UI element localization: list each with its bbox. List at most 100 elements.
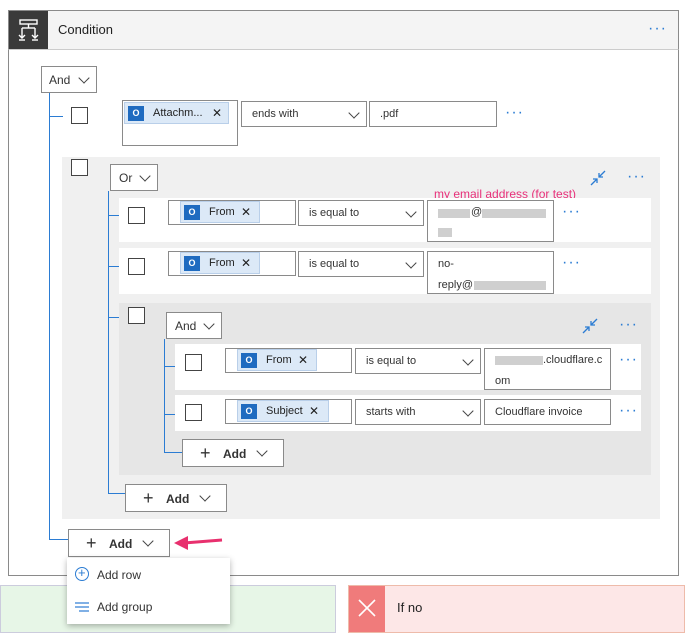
dynamic-token[interactable]: O From ✕ [180, 252, 260, 274]
menu-item-add-group[interactable]: Add group [97, 600, 152, 614]
group-more-icon[interactable]: ··· [619, 317, 638, 333]
row-more-icon[interactable]: ··· [562, 204, 581, 220]
plus-icon: + [143, 488, 154, 508]
list-icon [75, 601, 89, 612]
operator-label: is equal to [309, 258, 360, 270]
dynamic-token[interactable]: O Attachm... ✕ [124, 102, 229, 124]
or-operator-select[interactable]: Or [110, 164, 158, 191]
chevron-down-icon [462, 354, 474, 366]
outlook-icon: O [184, 256, 200, 271]
operator-select[interactable]: is equal to [298, 251, 424, 277]
close-icon[interactable]: ✕ [309, 404, 319, 418]
operator-select[interactable]: is equal to [355, 348, 481, 374]
add-label: Add [223, 447, 247, 461]
value-input[interactable]: .cloudflare.c om [484, 348, 611, 390]
or-operator-label: Or [119, 171, 133, 185]
add-menu: + Add row Add group [67, 558, 230, 624]
dynamic-token[interactable]: O Subject ✕ [237, 400, 329, 422]
close-icon[interactable]: ✕ [212, 106, 222, 120]
value-text: @ [471, 206, 483, 218]
chevron-down-icon [78, 72, 90, 84]
group-checkbox[interactable] [128, 307, 145, 324]
collapse-icon[interactable] [582, 318, 598, 334]
redacted-text [438, 209, 470, 218]
and-tree-line [164, 339, 165, 452]
menu-item-add-row[interactable]: Add row [97, 568, 141, 582]
row-checkbox[interactable] [185, 404, 202, 421]
if-no-label: If no [397, 600, 423, 615]
chevron-down-icon [462, 405, 474, 417]
row-more-icon[interactable]: ··· [562, 255, 581, 271]
token-label: From [209, 206, 235, 218]
value-text: no- [438, 258, 454, 270]
operator-label: ends with [252, 108, 299, 120]
chevron-down-icon [405, 257, 417, 269]
root-operator-label: And [49, 73, 71, 87]
root-branch-line [49, 539, 69, 540]
close-icon[interactable]: ✕ [298, 353, 308, 367]
token-label: Attachm... [153, 107, 203, 119]
redacted-text [438, 228, 452, 237]
value-input[interactable]: no- reply@ [427, 251, 554, 294]
chevron-down-icon [199, 490, 211, 502]
value-input[interactable]: @ [427, 200, 554, 242]
value-text: Cloudflare invoice [495, 406, 583, 418]
redacted-text [482, 209, 546, 218]
if-no-branch[interactable]: If no [348, 585, 685, 633]
and-operator-select[interactable]: And [166, 312, 222, 339]
root-operator-select[interactable]: And [41, 66, 97, 93]
chevron-down-icon [348, 107, 360, 119]
group-checkbox[interactable] [71, 159, 88, 176]
row-checkbox[interactable] [128, 207, 145, 224]
operator-label: starts with [366, 406, 416, 418]
outlook-icon: O [241, 404, 257, 419]
chevron-down-icon [203, 318, 215, 330]
operator-select[interactable]: ends with [241, 101, 367, 127]
operator-select[interactable]: starts with [355, 399, 481, 425]
close-icon[interactable]: ✕ [241, 256, 251, 270]
add-button[interactable]: + Add [182, 439, 284, 467]
token-label: Subject [266, 405, 303, 417]
condition-more-icon[interactable]: ··· [648, 21, 667, 37]
row-more-icon[interactable]: ··· [505, 105, 524, 121]
chevron-down-icon [139, 170, 151, 182]
arrow-annotation-icon [172, 532, 224, 552]
outlook-icon: O [241, 353, 257, 368]
value-text: reply@ [438, 279, 474, 291]
plus-icon: + [200, 443, 211, 463]
or-branch-line [108, 493, 126, 494]
chevron-down-icon [405, 206, 417, 218]
dynamic-token[interactable]: O From ✕ [180, 201, 260, 223]
value-input[interactable]: Cloudflare invoice [484, 399, 611, 425]
row-checkbox[interactable] [185, 354, 202, 371]
value-input[interactable]: .pdf [369, 101, 497, 127]
chevron-down-icon [256, 445, 268, 457]
outlook-icon: O [184, 205, 200, 220]
redacted-text [495, 356, 543, 365]
row-checkbox[interactable] [128, 258, 145, 275]
chevron-down-icon [142, 535, 154, 547]
root-tree-line [49, 93, 50, 539]
redacted-text [474, 281, 546, 290]
add-circle-icon: + [75, 565, 89, 581]
group-more-icon[interactable]: ··· [627, 169, 646, 185]
value-text: .pdf [380, 108, 399, 120]
plus-icon: + [86, 533, 97, 553]
condition-title: Condition [58, 22, 113, 37]
collapse-icon[interactable] [590, 170, 606, 186]
dynamic-token[interactable]: O From ✕ [237, 349, 317, 371]
add-button[interactable]: + Add [68, 529, 170, 557]
add-label: Add [109, 537, 133, 551]
operator-select[interactable]: is equal to [298, 200, 424, 226]
close-icon[interactable]: ✕ [241, 205, 251, 219]
and-branch-line [164, 452, 182, 453]
operator-label: is equal to [366, 355, 417, 367]
row-more-icon[interactable]: ··· [619, 403, 638, 419]
if-no-icon [349, 586, 385, 632]
add-label: Add [166, 492, 190, 506]
condition-icon [9, 11, 48, 49]
value-text: om [495, 375, 511, 387]
add-button[interactable]: + Add [125, 484, 227, 512]
row-checkbox[interactable] [71, 107, 88, 124]
row-more-icon[interactable]: ··· [619, 352, 638, 368]
